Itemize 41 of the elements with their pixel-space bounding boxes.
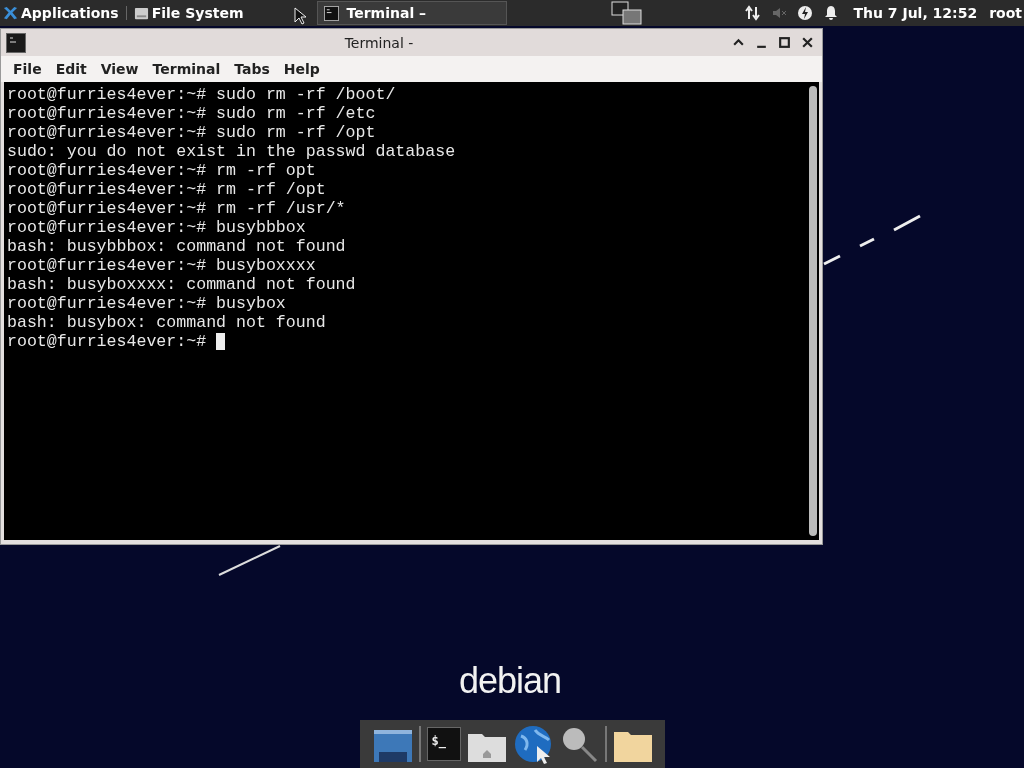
globe-icon[interactable]	[512, 724, 553, 764]
places-menu[interactable]: File System	[130, 0, 247, 26]
window-title: Terminal -	[343, 34, 415, 51]
terminal-line: bash: busybox: command not found	[7, 313, 326, 332]
menu-item[interactable]: Edit	[48, 57, 94, 81]
close-icon[interactable]	[801, 36, 814, 49]
taskbar-button[interactable]: Terminal –	[316, 1, 507, 25]
clock[interactable]: Thu 7 Jul, 12:52	[853, 5, 978, 21]
terminal-line: root@furries4ever:~# sudo rm -rf /etc	[7, 104, 376, 123]
scrollbar[interactable]	[809, 86, 817, 536]
workspace-switcher-icon[interactable]	[610, 1, 643, 25]
mouse-pointer-icon	[294, 7, 306, 25]
terminal-line: root@furries4ever:~# sudo rm -rf /boot/	[7, 85, 396, 104]
drive-icon	[133, 5, 149, 21]
terminal-line: root@furries4ever:~# rm -rf opt	[7, 161, 316, 180]
power-icon[interactable]	[797, 5, 814, 21]
terminal-line: root@furries4ever:~# rm -rf /opt	[7, 180, 326, 199]
terminal-icon	[323, 5, 339, 21]
terminal-line: root@furries4ever:~# busybbbox	[7, 218, 306, 237]
volume-muted-icon[interactable]	[771, 5, 788, 21]
user-menu[interactable]: root	[989, 5, 1022, 21]
terminal-line: root@furries4ever:~# busybox	[7, 294, 286, 313]
terminal-line: bash: busybbbox: command not found	[7, 237, 346, 256]
menu-item[interactable]: View	[93, 57, 146, 81]
menu-item[interactable]: File	[6, 57, 49, 81]
terminal-line: sudo: you do not exist in the passwd database	[7, 142, 456, 161]
notification-bell-icon[interactable]	[823, 5, 840, 21]
network-icon[interactable]	[745, 5, 762, 21]
terminal-line: root@furries4ever:~# busyboxxxx	[7, 256, 316, 275]
debian-logo: debian	[459, 660, 562, 702]
terminal-launcher[interactable]: $_	[426, 727, 461, 761]
menu-item[interactable]: Terminal	[145, 57, 228, 81]
applications-menu[interactable]: Applications	[0, 0, 122, 26]
menu-item[interactable]: Tabs	[227, 57, 277, 81]
terminal-line: bash: busyboxxxx: command not found	[7, 275, 356, 294]
terminal-line: root@furries4ever:~# sudo rm -rf /opt	[7, 123, 376, 142]
terminal-line: root@furries4ever:~# rm -rf /usr/*	[7, 199, 346, 218]
terminal-icon	[6, 32, 26, 53]
maximize-icon[interactable]	[778, 36, 791, 49]
menu-item[interactable]: Help	[276, 57, 327, 81]
terminal-line: root@furries4ever:~#	[7, 332, 208, 351]
